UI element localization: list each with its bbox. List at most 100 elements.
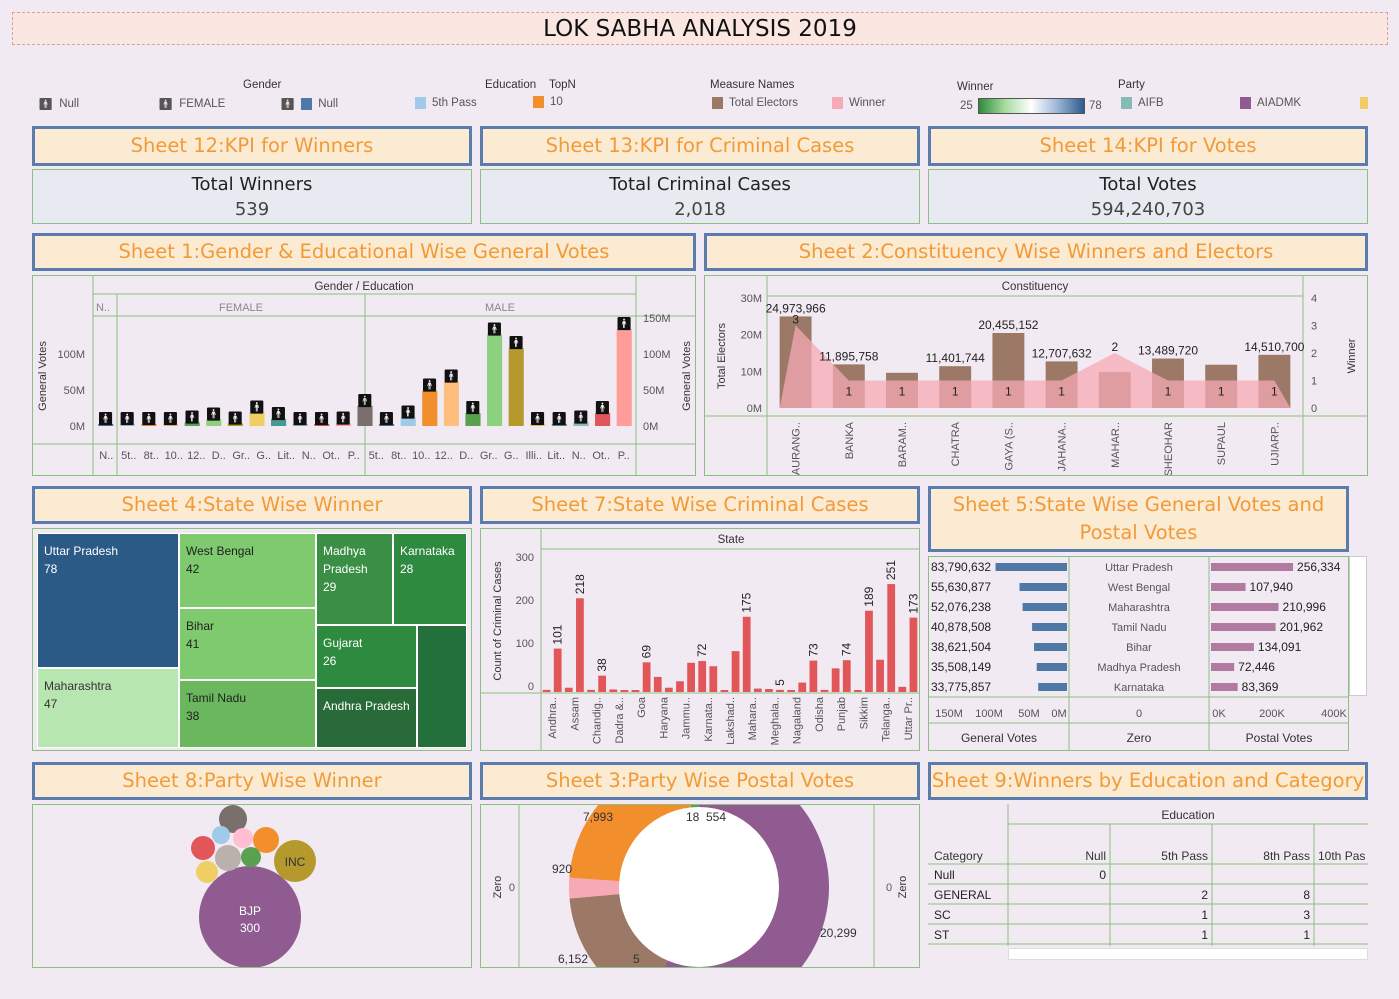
criminal-bar[interactable] (831, 668, 840, 692)
postal-votes-bar[interactable] (1211, 583, 1246, 591)
table-cell[interactable]: 2 (1201, 888, 1208, 902)
sheet8-bubble-chart[interactable]: BJP 300 INC (33, 805, 472, 968)
criminal-bar[interactable] (698, 661, 707, 692)
treemap-cell-gujarat[interactable]: Gujarat 26 (316, 625, 417, 688)
general-votes-bar[interactable] (1034, 643, 1067, 651)
treemap-cell-andhra-pradesh[interactable]: Andhra Pradesh (316, 688, 417, 748)
criminal-bar[interactable] (809, 660, 818, 692)
postal-votes-bar[interactable] (1211, 663, 1235, 671)
criminal-bar[interactable] (653, 676, 662, 692)
sheet1-header-row: Gender / Education (314, 281, 413, 293)
sheet5-chart[interactable]: 83,790,632 Uttar Pradesh 256,334 55,630,877… (929, 557, 1349, 751)
table-cell[interactable]: 0 (1099, 868, 1106, 882)
bar[interactable] (249, 412, 265, 426)
criminal-bar[interactable] (853, 690, 862, 692)
sheet2-chart[interactable]: Constituency Total Electors Winner 0M10M… (705, 276, 1368, 476)
criminal-bar[interactable] (776, 689, 784, 692)
postal-votes-bar[interactable] (1211, 643, 1254, 651)
criminal-bar[interactable] (620, 690, 629, 692)
sheet3-donut-chart[interactable]: Zero 0 Zero 0 7,993 18 554 920 20,299 6,… (481, 805, 920, 968)
treemap-cell-uttar-pradesh[interactable]: Uttar Pradesh 78 (37, 533, 179, 668)
bar[interactable] (616, 328, 632, 426)
criminal-bar[interactable] (798, 682, 807, 692)
general-votes-bar[interactable] (995, 563, 1067, 571)
table-cell[interactable]: 1 (1303, 928, 1310, 942)
postal-votes-bar[interactable] (1211, 563, 1294, 571)
criminal-bar[interactable] (842, 660, 851, 692)
criminal-bar[interactable] (898, 686, 907, 692)
legend-gender-female[interactable]: 🚹︎ FEMALE (158, 97, 225, 111)
kpi-total-winners[interactable]: Total Winners 539 (32, 169, 472, 224)
criminal-bar[interactable] (876, 659, 884, 692)
treemap-cell-west-bengal[interactable]: West Bengal 42 (179, 533, 316, 608)
criminal-bar[interactable] (687, 662, 695, 692)
bar[interactable] (422, 390, 438, 426)
legend-education-5th[interactable]: 5th Pass (415, 97, 477, 109)
criminal-bar[interactable] (742, 616, 751, 692)
criminal-bar[interactable] (564, 687, 573, 692)
legend-measure-electors[interactable]: Total Electors (712, 97, 798, 109)
kpi-total-votes[interactable]: Total Votes 594,240,703 (928, 169, 1368, 224)
criminal-bar[interactable] (664, 687, 673, 692)
criminal-bar[interactable] (631, 690, 640, 692)
treemap-cell-tamil-nadu[interactable]: Tamil Nadu 38 (179, 680, 316, 748)
table-cell[interactable]: 1 (1201, 928, 1208, 942)
general-votes-bar[interactable] (1036, 663, 1067, 671)
legend-gender-null-2[interactable]: 🚹︎ Null (280, 97, 338, 111)
legend-measure-winner[interactable]: Winner (832, 97, 885, 109)
criminal-bar[interactable] (576, 598, 584, 692)
sheet7-chart[interactable]: State Count of Criminal Cases 0 100 200 300… (481, 529, 920, 751)
criminal-bar[interactable] (642, 662, 651, 692)
postal-votes-bar[interactable] (1211, 683, 1238, 691)
bubble-party[interactable] (215, 845, 241, 871)
criminal-bar[interactable] (787, 690, 796, 692)
treemap-cell-maharashtra[interactable]: Maharashtra 47 (37, 668, 179, 748)
bar[interactable] (443, 381, 459, 426)
criminal-bar[interactable] (709, 666, 718, 692)
treemap-cell-madhya-pradesh[interactable]: Madhya Pradesh 29 (316, 533, 393, 625)
kpi-total-criminal-cases[interactable]: Total Criminal Cases 2,018 (480, 169, 920, 224)
criminal-bar[interactable] (587, 689, 595, 692)
bubble-party[interactable] (233, 828, 253, 848)
criminal-bar[interactable] (720, 690, 729, 692)
treemap-cell-other[interactable] (417, 625, 467, 748)
sheet1-chart[interactable]: Gender / Education N.. FEMALE MALE Gener… (33, 276, 696, 476)
criminal-bar[interactable] (542, 689, 551, 692)
bar[interactable] (508, 348, 524, 426)
general-votes-bar[interactable] (1032, 623, 1067, 631)
criminal-bar[interactable] (731, 651, 740, 692)
criminal-bar[interactable] (765, 688, 773, 692)
criminal-bar[interactable] (753, 688, 762, 692)
treemap-cell-bihar[interactable]: Bihar 41 (179, 608, 316, 680)
postal-votes-bar[interactable] (1211, 603, 1279, 611)
legend-gender-null[interactable]: 🚹︎ Null (38, 97, 79, 111)
bubble-party[interactable] (191, 836, 215, 860)
bubble-party[interactable] (212, 826, 230, 844)
criminal-bar[interactable] (909, 617, 918, 692)
legend-topn-value[interactable]: 10 (533, 96, 563, 108)
criminal-bar[interactable] (553, 648, 562, 692)
person-icon: 🚹︎ (551, 411, 568, 426)
table-cell[interactable]: 1 (1201, 908, 1208, 922)
criminal-bar[interactable] (820, 689, 829, 692)
criminal-bar[interactable] (676, 681, 684, 692)
sheet5-scrollbar[interactable] (1349, 556, 1367, 696)
legend-party-aiadmk[interactable]: AIADMK (1240, 97, 1301, 109)
table-cell[interactable]: 8 (1303, 888, 1310, 902)
bar[interactable] (357, 405, 373, 426)
general-votes-bar[interactable] (1019, 583, 1067, 591)
criminal-bar[interactable] (865, 610, 873, 692)
legend-party-aifb[interactable]: AIFB (1121, 97, 1164, 109)
sheet9-hscrollbar[interactable] (1008, 948, 1368, 960)
treemap-cell-karnataka[interactable]: Karnataka 28 (393, 533, 467, 625)
bubble-party[interactable] (196, 861, 218, 883)
general-votes-bar[interactable] (1022, 603, 1067, 611)
criminal-bar[interactable] (598, 675, 607, 692)
bubble-party[interactable] (241, 847, 261, 867)
bar[interactable] (487, 334, 503, 426)
general-votes-bar[interactable] (1038, 683, 1067, 691)
criminal-bar[interactable] (609, 689, 618, 692)
criminal-bar[interactable] (887, 584, 896, 692)
postal-votes-bar[interactable] (1211, 623, 1276, 631)
table-cell[interactable]: 3 (1303, 908, 1310, 922)
